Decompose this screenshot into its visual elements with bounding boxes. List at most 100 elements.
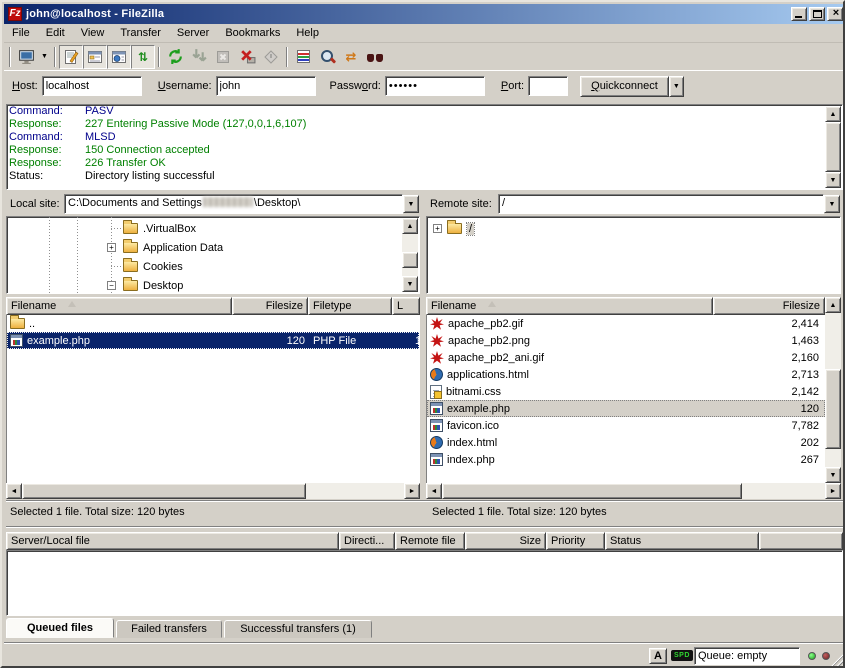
- file-row-parent-dir[interactable]: ..: [7, 315, 419, 332]
- scroll-left-icon[interactable]: ◄: [6, 483, 22, 499]
- local-hscrollbar[interactable]: ◄ ►: [6, 483, 420, 499]
- expand-icon[interactable]: +: [433, 224, 442, 233]
- log-scrollbar[interactable]: ▲ ▼: [825, 106, 841, 188]
- queue-column-status[interactable]: Status: [605, 532, 759, 550]
- scrollbar-thumb[interactable]: [825, 369, 841, 449]
- scroll-up-icon[interactable]: ▲: [825, 106, 841, 122]
- tab-failed-transfers[interactable]: Failed transfers: [116, 620, 222, 638]
- local-column-lastmodified[interactable]: L: [392, 297, 420, 315]
- tree-item-cookies[interactable]: Cookies: [123, 258, 183, 275]
- file-row[interactable]: index.html 202: [427, 434, 825, 451]
- filter-button[interactable]: [291, 45, 315, 69]
- local-tree-scrollbar[interactable]: ▲ ▼: [402, 218, 418, 292]
- scroll-up-icon[interactable]: ▲: [825, 297, 841, 313]
- scroll-down-icon[interactable]: ▼: [825, 172, 841, 188]
- scrollbar-thumb[interactable]: [825, 122, 841, 172]
- toggle-remote-tree-button[interactable]: [107, 45, 131, 69]
- queue-column-priority[interactable]: Priority: [546, 532, 605, 550]
- minimize-button[interactable]: [791, 7, 807, 21]
- queue-column-size[interactable]: Size: [465, 532, 546, 550]
- file-row[interactable]: bitnami.css 2,142: [427, 383, 825, 400]
- speedlimit-indicator[interactable]: SPD: [671, 650, 693, 661]
- menu-item-bookmarks[interactable]: Bookmarks: [217, 25, 288, 41]
- remote-file-list[interactable]: apache_pb2.gif 2,414 apache_pb2.png 1,46…: [426, 315, 825, 483]
- tree-item-virtualbox[interactable]: .VirtualBox: [123, 220, 196, 237]
- queue-column-blank[interactable]: [759, 532, 843, 550]
- tree-item-application-data[interactable]: Application Data: [123, 239, 223, 256]
- local-directory-tree[interactable]: .VirtualBox + Application Data Cookies −…: [6, 216, 420, 294]
- scrollbar-thumb[interactable]: [442, 483, 742, 499]
- tree-item-desktop[interactable]: Desktop: [123, 277, 183, 294]
- synchronized-browsing-button[interactable]: ⇄: [339, 45, 363, 69]
- toggle-transfer-queue-button[interactable]: ⇅: [131, 45, 155, 69]
- scroll-left-icon[interactable]: ◄: [426, 483, 442, 499]
- refresh-button[interactable]: [163, 45, 187, 69]
- local-column-filesize[interactable]: Filesize: [232, 297, 308, 315]
- remote-column-filename[interactable]: Filename: [426, 297, 713, 315]
- file-row[interactable]: applications.html 2,713: [427, 366, 825, 383]
- message-log[interactable]: Command:PASV Response:227 Entering Passi…: [6, 104, 843, 190]
- menu-item-edit[interactable]: Edit: [38, 25, 73, 41]
- file-row-example-php[interactable]: example.php 120 PHP File 1: [7, 332, 419, 349]
- local-column-filename[interactable]: Filename: [6, 297, 232, 315]
- local-column-filetype[interactable]: Filetype: [308, 297, 392, 315]
- maximize-button[interactable]: [809, 7, 825, 21]
- scroll-right-icon[interactable]: ►: [825, 483, 841, 499]
- directory-comparison-button[interactable]: [315, 45, 339, 69]
- username-input[interactable]: [216, 76, 316, 96]
- local-site-combobox[interactable]: C:\Documents and Settings\Desktop\ ▼: [64, 194, 420, 214]
- file-row[interactable]: favicon.ico 7,782: [427, 417, 825, 434]
- password-input[interactable]: [385, 76, 485, 96]
- site-manager-button[interactable]: [14, 45, 38, 69]
- tree-item-root[interactable]: /: [447, 220, 474, 237]
- queue-column-remote-file[interactable]: Remote file: [395, 532, 465, 550]
- menu-item-server[interactable]: Server: [169, 25, 217, 41]
- quickconnect-button[interactable]: Quickconnect: [580, 76, 669, 97]
- expand-icon[interactable]: +: [107, 243, 116, 252]
- menu-item-file[interactable]: File: [4, 25, 38, 41]
- scroll-down-icon[interactable]: ▼: [825, 467, 841, 483]
- scrollbar-thumb[interactable]: [22, 483, 306, 499]
- transfer-queue-list[interactable]: [6, 550, 843, 616]
- datatype-indicator[interactable]: A: [649, 648, 667, 664]
- quickconnect-dropdown-button[interactable]: ▼: [669, 76, 684, 97]
- remote-hscrollbar[interactable]: ◄ ►: [426, 483, 841, 499]
- resize-grip[interactable]: [830, 653, 843, 666]
- tab-queued-files[interactable]: Queued files: [6, 618, 114, 638]
- remote-site-combobox[interactable]: / ▼: [498, 194, 841, 214]
- menu-item-transfer[interactable]: Transfer: [112, 25, 169, 41]
- combo-dropdown-icon[interactable]: ▼: [403, 195, 419, 213]
- scrollbar-thumb[interactable]: [402, 252, 418, 268]
- port-input[interactable]: [528, 76, 568, 96]
- file-row[interactable]: index.php 267: [427, 451, 825, 468]
- collapse-icon[interactable]: −: [107, 281, 116, 290]
- file-row[interactable]: apache_pb2.png 1,463: [427, 332, 825, 349]
- remote-directory-tree[interactable]: + /: [426, 216, 841, 294]
- site-manager-dropdown-button[interactable]: ▼: [38, 45, 51, 69]
- toggle-local-tree-button[interactable]: [83, 45, 107, 69]
- tab-successful-transfers[interactable]: Successful transfers (1): [224, 620, 372, 638]
- find-files-button[interactable]: [363, 45, 387, 69]
- close-button[interactable]: ×: [827, 7, 843, 21]
- title-bar[interactable]: Fz john@localhost - FileZilla ×: [4, 4, 845, 24]
- queue-column-server-local-file[interactable]: Server/Local file: [6, 532, 339, 550]
- cancel-operation-button[interactable]: [211, 45, 235, 69]
- local-file-list[interactable]: .. example.php 120 PHP File 1: [6, 315, 420, 483]
- host-input[interactable]: [42, 76, 142, 96]
- process-queue-button[interactable]: [187, 45, 211, 69]
- queue-column-direction[interactable]: Directi...: [339, 532, 395, 550]
- remote-column-filesize[interactable]: Filesize: [713, 297, 825, 315]
- file-row-selected[interactable]: example.php 120: [427, 400, 825, 417]
- menu-item-help[interactable]: Help: [288, 25, 327, 41]
- file-row[interactable]: apache_pb2_ani.gif 2,160: [427, 349, 825, 366]
- scroll-up-icon[interactable]: ▲: [402, 218, 418, 234]
- scroll-down-icon[interactable]: ▼: [402, 276, 418, 292]
- toggle-message-log-button[interactable]: [59, 45, 83, 69]
- scroll-right-icon[interactable]: ►: [404, 483, 420, 499]
- file-row[interactable]: apache_pb2.gif 2,414: [427, 315, 825, 332]
- disconnect-button[interactable]: [235, 45, 259, 69]
- menu-item-view[interactable]: View: [73, 25, 113, 41]
- combo-dropdown-icon[interactable]: ▼: [824, 195, 840, 213]
- abort-operation-button[interactable]: [259, 45, 283, 69]
- remote-list-scrollbar[interactable]: ▲ ▼: [825, 297, 841, 483]
